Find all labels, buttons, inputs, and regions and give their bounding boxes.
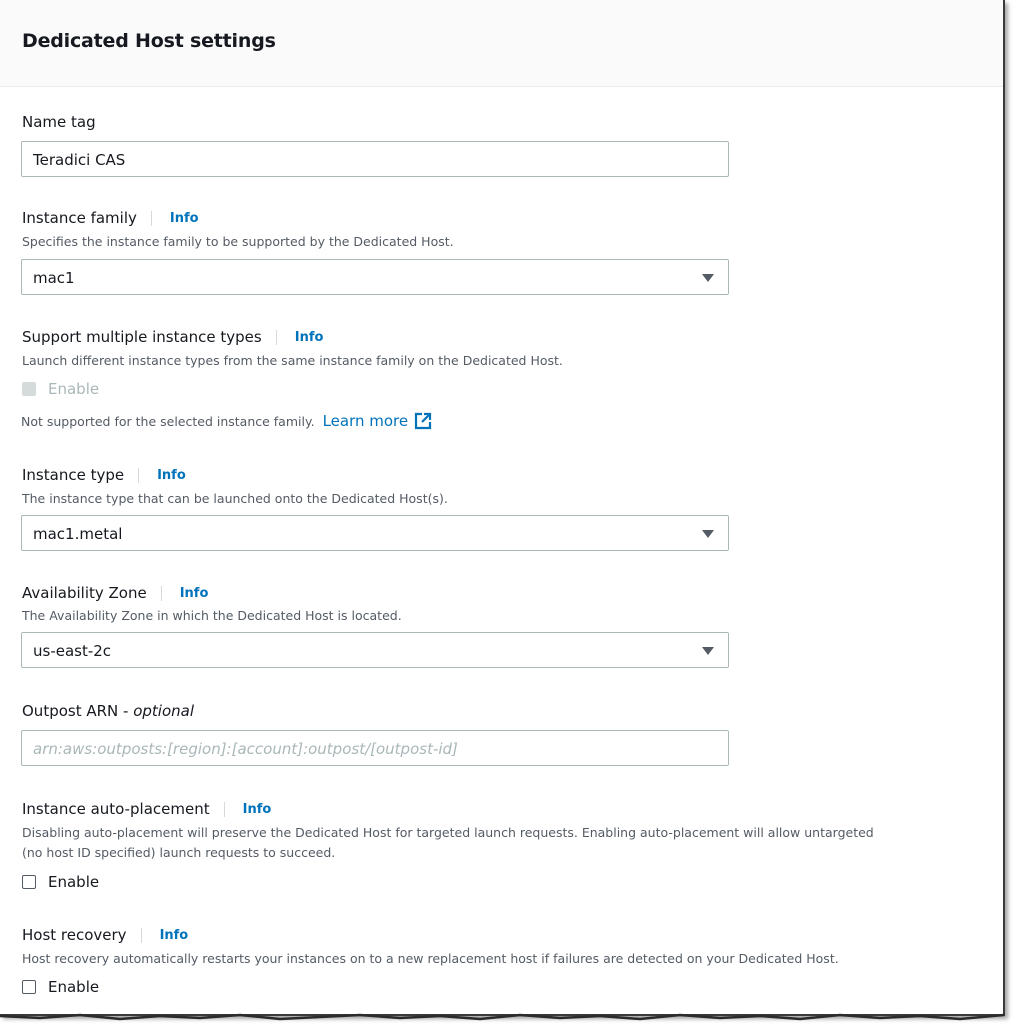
host-recovery-header: Host recovery Info [22,926,188,944]
host-recovery-info-link[interactable]: Info [140,927,188,943]
auto-placement-checkbox-label: Enable [48,873,100,891]
torn-edge-decoration [0,1013,1005,1021]
instance-family-description: Specifies the instance family to be supp… [22,234,454,249]
multiple-types-info-link[interactable]: Info [275,329,323,345]
outpost-arn-placeholder: arn:aws:outposts:[region]:[account]:outp… [33,740,458,758]
multiple-types-header: Support multiple instance types Info [22,328,323,346]
instance-type-header: Instance type Info [22,466,186,484]
multiple-types-description: Launch different instance types from the… [22,353,563,368]
auto-placement-description-line1: Disabling auto-placement will preserve t… [22,825,874,840]
availability-zone-description: The Availability Zone in which the Dedic… [22,608,402,623]
availability-zone-header: Availability Zone Info [22,584,208,602]
instance-type-info-link[interactable]: Info [138,467,186,483]
name-tag-input[interactable]: Teradici CAS [21,141,729,177]
instance-type-select[interactable]: mac1.metal [21,515,729,551]
dedicated-host-settings-panel: Dedicated Host settings Name tag Teradic… [0,0,1005,1016]
auto-placement-label: Instance auto-placement [22,800,210,818]
outpost-arn-label-text: Outpost ARN - [22,702,134,720]
outpost-arn-optional: optional [133,702,195,720]
panel-header: Dedicated Host settings [0,0,1003,87]
multiple-types-checkbox[interactable] [22,382,36,396]
instance-family-selected: mac1 [33,269,75,287]
panel-title: Dedicated Host settings [22,30,276,52]
availability-zone-selected: us-east-2c [33,642,112,660]
external-link-icon[interactable] [414,412,432,430]
auto-placement-header: Instance auto-placement Info [22,800,271,818]
availability-zone-label: Availability Zone [22,584,147,602]
instance-type-selected: mac1.metal [33,525,123,543]
outpost-arn-label: Outpost ARN - optional [22,702,194,720]
host-recovery-checkbox[interactable] [22,980,36,994]
instance-family-select[interactable]: mac1 [21,259,729,295]
learn-more-link[interactable]: Learn more [323,412,409,430]
caret-down-icon [702,274,714,282]
multiple-types-label: Support multiple instance types [22,328,262,346]
auto-placement-description-line2: (no host ID specified) launch requests t… [22,845,336,860]
instance-family-header: Instance family Info [22,209,199,227]
auto-placement-info-link[interactable]: Info [223,801,271,817]
caret-down-icon [702,647,714,655]
instance-type-label: Instance type [22,466,125,484]
name-tag-label: Name tag [22,113,96,131]
instance-family-info-link[interactable]: Info [150,210,199,226]
name-tag-value: Teradici CAS [33,151,126,169]
instance-family-label: Instance family [22,209,137,227]
host-recovery-checkbox-label: Enable [48,978,100,996]
availability-zone-info-link[interactable]: Info [160,585,208,601]
caret-down-icon [702,530,714,538]
multiple-types-note: Not supported for the selected instance … [21,413,315,429]
availability-zone-select[interactable]: us-east-2c [21,632,729,668]
multiple-types-note-row: Not supported for the selected instance … [21,412,432,430]
host-recovery-label: Host recovery [22,926,127,944]
host-recovery-description: Host recovery automatically restarts you… [22,951,839,966]
instance-type-description: The instance type that can be launched o… [22,491,448,506]
auto-placement-checkbox[interactable] [22,875,36,889]
multiple-types-checkbox-label: Enable [48,380,100,398]
outpost-arn-input[interactable]: arn:aws:outposts:[region]:[account]:outp… [21,730,729,766]
